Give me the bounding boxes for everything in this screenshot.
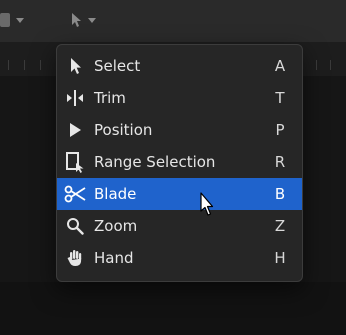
chevron-down-icon	[88, 17, 96, 23]
menu-item-label: Range Selection	[94, 153, 216, 171]
menu-item-range-selection[interactable]: Range Selection R	[57, 146, 302, 178]
magnifier-icon	[61, 210, 89, 242]
menu-item-position[interactable]: Position P	[57, 114, 302, 146]
menu-item-label: Zoom	[94, 217, 138, 235]
position-icon	[61, 114, 89, 146]
range-selection-icon	[61, 146, 89, 178]
trim-icon	[61, 82, 89, 114]
menu-item-shortcut: A	[274, 57, 286, 75]
timeline-area	[0, 282, 346, 335]
menu-item-select[interactable]: Select A	[57, 50, 302, 82]
tool-dropdown-left[interactable]	[0, 8, 24, 32]
tool-icon	[0, 13, 10, 27]
menu-item-label: Blade	[94, 185, 137, 203]
tools-menu-button[interactable]	[70, 8, 96, 32]
menu-item-label: Hand	[94, 249, 134, 267]
menu-item-label: Position	[94, 121, 153, 139]
menu-item-hand[interactable]: Hand H	[57, 242, 302, 274]
menu-item-shortcut: Z	[274, 217, 286, 235]
arrow-pointer-icon	[72, 13, 81, 27]
menu-item-shortcut: H	[274, 249, 286, 267]
menu-item-label: Select	[94, 57, 141, 75]
menu-item-shortcut: T	[275, 89, 285, 107]
menu-item-blade[interactable]: Blade B	[57, 178, 302, 210]
toolbar	[0, 0, 346, 42]
menu-item-label: Trim	[94, 89, 126, 107]
menu-item-shortcut: R	[274, 153, 286, 171]
tools-menu: Select A Trim T Position P Range Selecti…	[56, 44, 303, 282]
blade-icon	[61, 178, 89, 210]
menu-item-shortcut: P	[275, 121, 285, 139]
mouse-cursor-icon	[200, 192, 214, 216]
menu-item-shortcut: B	[274, 185, 286, 203]
arrow-pointer-icon	[61, 50, 89, 82]
menu-item-zoom[interactable]: Zoom Z	[57, 210, 302, 242]
app-window: Select A Trim T Position P Range Selecti…	[0, 0, 346, 335]
chevron-down-icon	[16, 17, 24, 23]
menu-item-trim[interactable]: Trim T	[57, 82, 302, 114]
hand-icon	[61, 242, 89, 274]
